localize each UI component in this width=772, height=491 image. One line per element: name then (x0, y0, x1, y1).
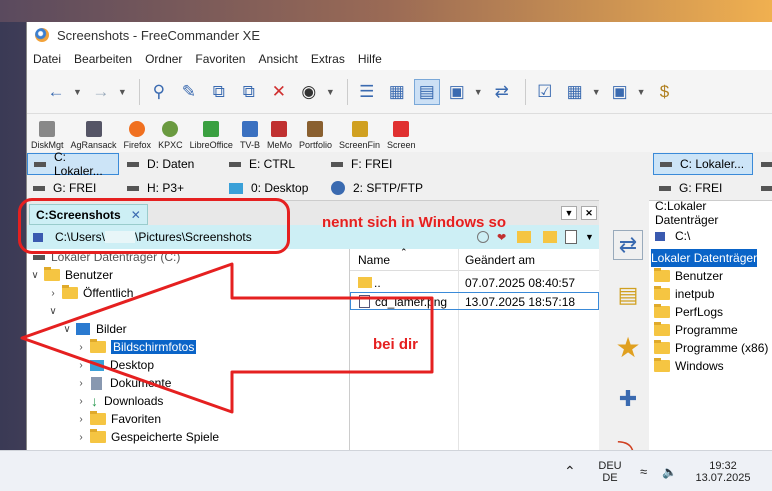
clock-time: 19:32 (709, 459, 737, 472)
keyboard-layout: DE (602, 471, 618, 484)
language-indicator[interactable]: DEU DE (596, 451, 624, 491)
clock-date: 13.07.2025 (695, 471, 751, 484)
annotation-your-note: bei dir (373, 336, 419, 353)
tray-overflow-chevron-icon[interactable]: ⌃ (564, 451, 576, 491)
clock[interactable]: 19:32 13.07.2025 (692, 451, 754, 491)
wifi-icon[interactable]: ≈ (640, 451, 647, 491)
windows-taskbar: ⌃ DEU DE ≈ 🔈 19:32 13.07.2025 (0, 450, 772, 491)
language-code: DEU (598, 459, 622, 472)
annotation-windows-note: nennt sich in Windows so (322, 214, 507, 231)
annotation-arrow (20, 262, 434, 414)
speaker-icon[interactable]: 🔈 (662, 451, 677, 491)
